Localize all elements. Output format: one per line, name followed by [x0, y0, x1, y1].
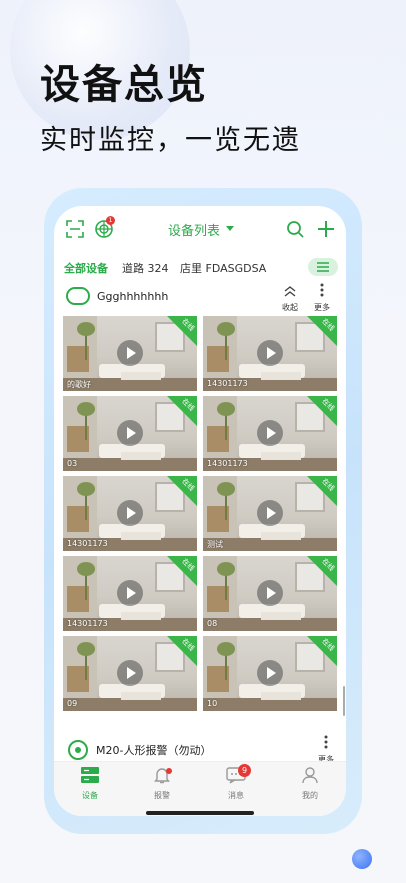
message-badge: 9 — [238, 764, 251, 777]
devices-icon — [81, 767, 99, 783]
more-label: 更多 — [314, 303, 330, 312]
nav-label: 消息 — [228, 791, 244, 800]
tab-all-devices[interactable]: 全部设备 — [64, 260, 108, 276]
promo-headline: 设备总览 — [40, 62, 208, 108]
nav-messages[interactable]: 9 消息 — [216, 764, 256, 801]
play-icon[interactable] — [257, 580, 283, 606]
camera-tile[interactable]: 在线 14301173 — [63, 476, 197, 551]
alarm-dot — [166, 768, 172, 774]
play-icon[interactable] — [117, 500, 143, 526]
play-icon[interactable] — [257, 500, 283, 526]
home-indicator — [146, 811, 254, 815]
more-vertical-icon — [324, 735, 328, 749]
camera-tile[interactable]: 在线 的歌好 — [63, 316, 197, 391]
camera-tile[interactable]: 在线 09 — [63, 636, 197, 711]
play-icon[interactable] — [117, 660, 143, 686]
nav-label: 设备 — [82, 791, 98, 800]
device-group-header: Ggghhhhhhh 收起 更多 — [54, 282, 346, 314]
device-list-title[interactable]: 设备列表 — [168, 220, 220, 239]
nav-devices[interactable]: 设备 — [70, 766, 110, 801]
chevron-down-icon[interactable] — [226, 226, 234, 231]
more-vertical-icon — [320, 283, 324, 297]
play-icon[interactable] — [117, 340, 143, 366]
decorative-dot — [352, 849, 372, 869]
nav-label: 我的 — [302, 791, 318, 800]
tab-road[interactable]: 道路 324 — [122, 260, 169, 276]
layout-menu-button[interactable] — [308, 258, 338, 276]
play-icon[interactable] — [117, 580, 143, 606]
radar-badge: 1 — [106, 216, 115, 225]
add-icon[interactable] — [316, 219, 336, 239]
promo-subline: 实时监控，一览无遗 — [40, 125, 301, 156]
app-screen: 1 设备列表 全部设备 道路 324 店里 FDASGDSA Ggghhhhhh… — [54, 206, 346, 816]
camera-name: 14301173 — [207, 379, 248, 388]
camera-name: 08 — [207, 619, 218, 628]
bottom-nav: 设备 报警 9 消息 我的 — [54, 761, 346, 816]
camera-name: 10 — [207, 699, 218, 708]
camera-name: 14301173 — [67, 619, 108, 628]
play-icon[interactable] — [257, 660, 283, 686]
camera-tile[interactable]: 在线 08 — [203, 556, 337, 631]
search-icon[interactable] — [286, 220, 304, 238]
menu-icon — [317, 262, 329, 272]
camera-name: 测试 — [207, 540, 223, 549]
camera-name: 14301173 — [67, 539, 108, 548]
camera-name: 03 — [67, 459, 78, 468]
play-icon[interactable] — [257, 420, 283, 446]
scrollbar[interactable] — [343, 686, 345, 716]
camera-icon — [66, 287, 90, 305]
group-name: Ggghhhhhhh — [97, 290, 169, 303]
camera-tile[interactable]: 在线 14301173 — [63, 556, 197, 631]
nav-label: 报警 — [154, 791, 170, 800]
camera-icon — [68, 740, 88, 760]
camera-tile[interactable]: 在线 14301173 — [203, 316, 337, 391]
user-icon — [302, 767, 318, 784]
play-icon[interactable] — [117, 420, 143, 446]
nav-profile[interactable]: 我的 — [290, 766, 330, 801]
top-bar: 1 设备列表 — [54, 206, 346, 252]
camera-name: 09 — [67, 699, 78, 708]
camera-tile[interactable]: 在线 03 — [63, 396, 197, 471]
camera-tile[interactable]: 在线 14301173 — [203, 396, 337, 471]
scan-icon[interactable] — [66, 220, 84, 238]
camera-name: 的歌好 — [67, 380, 91, 389]
chevron-up-icon — [284, 286, 296, 297]
nav-alarms[interactable]: 报警 — [142, 766, 182, 801]
collapse-button[interactable]: 收起 — [278, 282, 302, 313]
group-name: M20-人形报警（勿动） — [96, 744, 212, 757]
camera-tile[interactable]: 在线 测试 — [203, 476, 337, 551]
group-tabs: 全部设备 道路 324 店里 FDASGDSA — [54, 252, 346, 282]
play-icon[interactable] — [257, 340, 283, 366]
collapse-label: 收起 — [282, 303, 298, 312]
camera-name: 14301173 — [207, 459, 248, 468]
more-button[interactable]: 更多 — [310, 282, 334, 313]
tab-store[interactable]: 店里 FDASGDSA — [180, 260, 266, 276]
camera-tile[interactable]: 在线 10 — [203, 636, 337, 711]
